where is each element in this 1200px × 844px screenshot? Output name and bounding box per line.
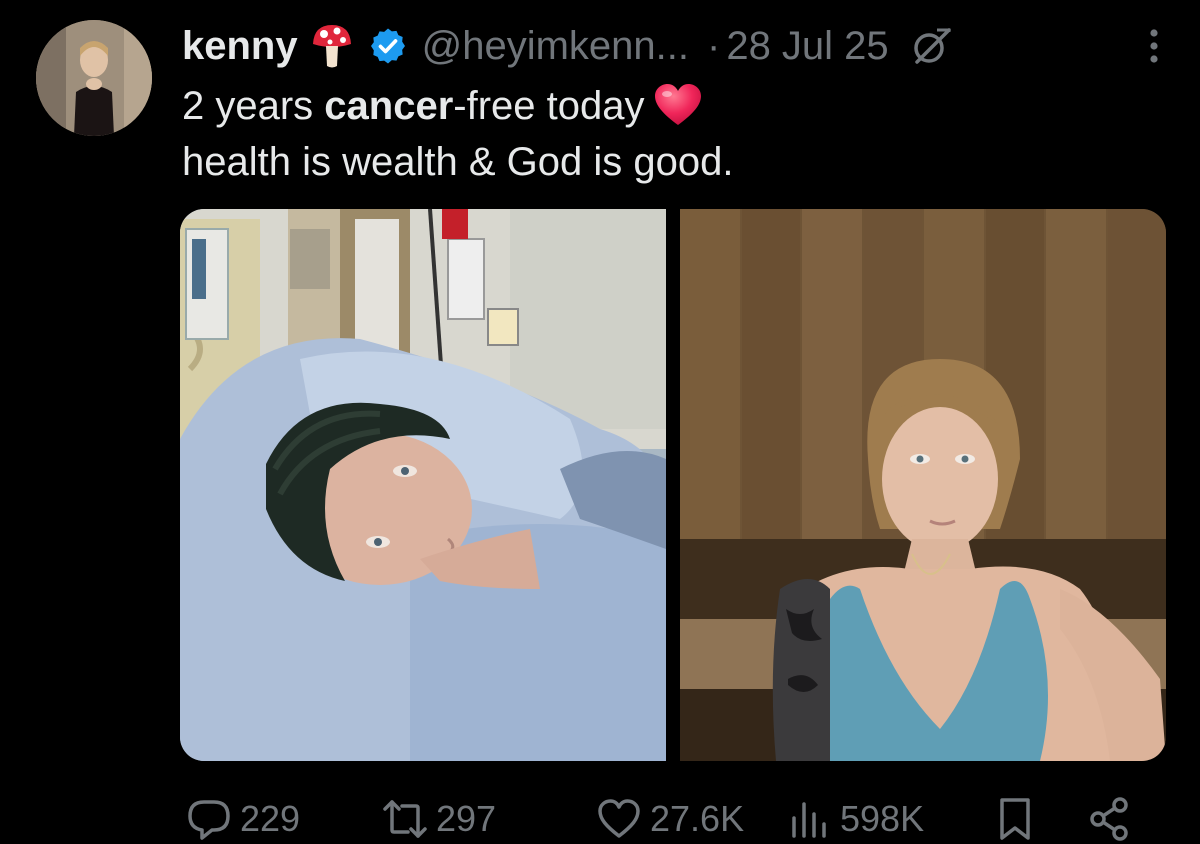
avatar-image xyxy=(36,20,152,136)
mushroom-emoji-icon xyxy=(312,25,351,68)
repost-button[interactable]: 297 xyxy=(382,796,496,842)
bookmark-icon xyxy=(1000,798,1030,840)
reply-count: 229 xyxy=(240,798,301,839)
bookmark-button[interactable] xyxy=(992,796,1046,842)
like-button[interactable]: 27.6K xyxy=(596,796,744,842)
media-grid xyxy=(180,209,1166,761)
repost-count: 297 xyxy=(436,798,497,839)
views-count: 598K xyxy=(840,798,925,839)
hospital-bed-selfie-image xyxy=(180,209,666,761)
photo-sauna[interactable] xyxy=(680,209,1166,761)
verified-badge-icon[interactable] xyxy=(368,26,408,66)
bold-keyword: cancer xyxy=(324,84,454,128)
avatar[interactable] xyxy=(36,20,152,136)
post-date[interactable]: 28 Jul 25 xyxy=(726,24,888,69)
share-button[interactable] xyxy=(1086,796,1140,842)
tweet-text: 2 years cancer-free today health is weal… xyxy=(182,78,733,190)
reply-icon xyxy=(188,800,230,840)
display-name[interactable]: kenny xyxy=(182,24,298,69)
user-handle[interactable]: @heyimkenn... xyxy=(422,24,689,69)
repost-icon xyxy=(383,800,427,838)
sauna-selfie-image xyxy=(680,209,1166,761)
reply-button[interactable]: 229 xyxy=(186,796,300,842)
views-button[interactable]: 598K xyxy=(786,796,924,842)
red-heart-emoji-icon xyxy=(654,84,701,125)
action-bar: 229 297 27.6K 598K xyxy=(186,796,1146,844)
views-chart-icon xyxy=(792,802,826,838)
more-options-icon[interactable] xyxy=(1136,24,1172,68)
tweet-text-line-1: 2 years cancer-free today xyxy=(182,78,733,134)
separator-dot: · xyxy=(707,23,721,68)
like-heart-icon xyxy=(598,799,640,838)
grok-icon[interactable] xyxy=(909,24,953,68)
tweet-header: kenny @heyimkenn... · 28 Jul 25 xyxy=(182,18,1172,74)
share-icon xyxy=(1090,797,1128,841)
tweet[interactable]: kenny @heyimkenn... · 28 Jul 25 2 years … xyxy=(0,0,1200,844)
like-count: 27.6K xyxy=(650,798,745,839)
photo-hospital-bed[interactable] xyxy=(180,209,666,761)
tweet-text-line-2: health is wealth & God is good. xyxy=(182,140,734,184)
